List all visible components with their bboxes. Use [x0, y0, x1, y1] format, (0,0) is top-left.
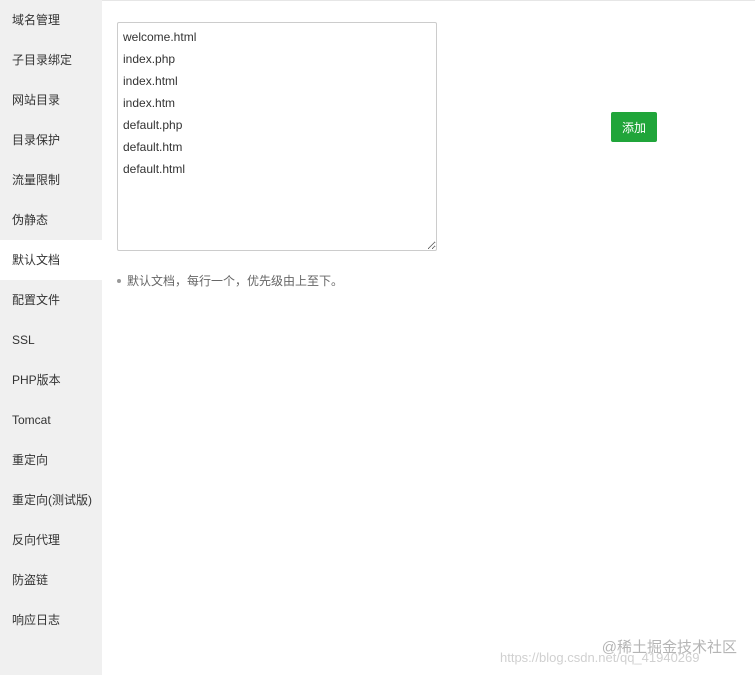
- site-settings-panel: 域名管理 子目录绑定 网站目录 目录保护 流量限制 伪静态 默认文档 配置文件 …: [0, 0, 755, 675]
- sidebar-item-subdirectory-binding[interactable]: 子目录绑定: [0, 40, 102, 80]
- sidebar-item-php-version[interactable]: PHP版本: [0, 360, 102, 400]
- sidebar-item-config-file[interactable]: 配置文件: [0, 280, 102, 320]
- help-note: 默认文档，每行一个，优先级由上至下。: [117, 272, 343, 289]
- sidebar: 域名管理 子目录绑定 网站目录 目录保护 流量限制 伪静态 默认文档 配置文件 …: [0, 0, 102, 675]
- watermark: @稀土掘金技术社区: [601, 639, 737, 656]
- sidebar-item-hotlink-protection[interactable]: 防盗链: [0, 560, 102, 600]
- sidebar-item-domain-management[interactable]: 域名管理: [0, 0, 102, 40]
- sidebar-item-directory-protection[interactable]: 目录保护: [0, 120, 102, 160]
- sidebar-item-redirect[interactable]: 重定向: [0, 440, 102, 480]
- sidebar-item-response-log[interactable]: 响应日志: [0, 600, 102, 640]
- sidebar-item-traffic-limit[interactable]: 流量限制: [0, 160, 102, 200]
- sidebar-item-redirect-beta[interactable]: 重定向(测试版): [0, 480, 102, 520]
- sidebar-item-site-directory[interactable]: 网站目录: [0, 80, 102, 120]
- bullet-icon: [117, 278, 121, 283]
- sidebar-item-ssl[interactable]: SSL: [0, 320, 102, 360]
- sidebar-item-default-document[interactable]: 默认文档: [0, 240, 102, 280]
- add-button[interactable]: 添加: [611, 112, 657, 142]
- sidebar-item-rewrite[interactable]: 伪静态: [0, 200, 102, 240]
- sidebar-item-tomcat[interactable]: Tomcat: [0, 400, 102, 440]
- help-text: 默认文档，每行一个，优先级由上至下。: [127, 274, 344, 288]
- default-documents-textarea[interactable]: welcome.html index.php index.html index.…: [117, 22, 437, 251]
- default-document-panel: welcome.html index.php index.html index.…: [102, 0, 755, 675]
- sidebar-item-reverse-proxy[interactable]: 反向代理: [0, 520, 102, 560]
